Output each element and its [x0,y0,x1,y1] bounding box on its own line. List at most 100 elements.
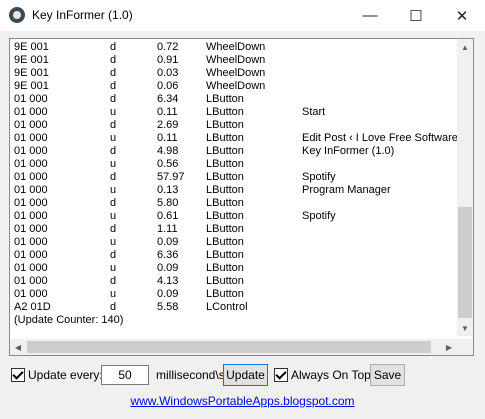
log-key: LButton [206,210,244,222]
log-time: 0.06 [157,80,179,92]
website-link[interactable]: www.WindowsPortableApps.blogspot.com [0,394,485,408]
vertical-scrollbar[interactable]: ▲ ▼ [457,39,473,336]
log-code: 01 000 [14,145,48,157]
log-row: 01 000 d 6.36 LButton [14,249,452,262]
horizontal-scrollbar[interactable]: ◀ ▶ [10,339,457,355]
window-title: Key InFormer (1.0) [32,8,133,22]
log-direction: d [110,54,117,66]
scroll-down-icon[interactable]: ▼ [457,320,473,336]
log-code: 9E 001 [14,41,49,53]
log-row: A2 01D d 5.58 LControl [14,301,452,314]
log-time: 0.11 [157,132,178,144]
log-row: 9E 001 d 0.72 WheelDown [14,41,452,54]
log-row: 01 000 u 0.09 LButton [14,288,452,301]
log-row: 01 000 u 0.09 LButton [14,262,452,275]
update-every-checkbox[interactable] [11,368,25,382]
log-direction: d [110,93,117,105]
log-direction: u [110,158,117,170]
log-key: LButton [206,275,244,287]
log-direction: u [110,210,117,222]
log-code: 9E 001 [14,54,49,66]
log-time: 0.09 [157,236,179,248]
update-button[interactable]: Update [223,364,268,386]
log-key: LButton [206,236,244,248]
close-button[interactable]: ✕ [439,0,485,31]
log-direction: u [110,288,117,300]
log-direction: d [110,119,117,131]
log-direction: d [110,80,117,92]
minimize-button[interactable]: — [347,0,393,31]
log-code: 01 000 [14,119,48,131]
log-time: 0.91 [157,54,179,66]
log-row: 01 000 d 4.13 LButton [14,275,452,288]
log-key: LButton [206,249,244,261]
log-row: 01 000 u 0.56 LButton [14,158,452,171]
log-key: LButton [206,106,244,118]
log-row: 01 000 u 0.11 LButton Edit Post ‹ I Love Fre… [14,132,458,145]
maximize-button[interactable]: ☐ [393,0,439,31]
vertical-scroll-thumb[interactable] [458,207,472,318]
scroll-up-icon[interactable]: ▲ [457,39,473,55]
scroll-left-icon[interactable]: ◀ [10,339,26,355]
log-time: 2.69 [157,119,179,131]
log-time: 6.34 [157,93,179,105]
horizontal-scroll-thumb[interactable] [27,341,431,353]
log-row: 01 000 d 6.34 LButton [14,93,452,106]
log-row: 9E 001 d 0.03 WheelDown [14,67,452,80]
log-window: Program Manager [302,184,391,196]
log-row: 01 000 u 0.13 LButton Program Manager [14,184,452,197]
always-on-top-label: Always On Top [291,368,371,382]
log-window: Spotify [302,210,336,222]
log-direction: d [110,275,117,287]
log-key: LButton [206,184,244,196]
log-direction: d [110,223,117,235]
log-time: 0.13 [157,184,179,196]
log-direction: u [110,106,117,118]
log-code: 01 000 [14,236,48,248]
log-window: Start [302,106,326,118]
log-time: 0.09 [157,288,179,300]
log-row: 01 000 d 1.11 LButton [14,223,452,236]
log-key: LButton [206,119,244,131]
scroll-right-icon[interactable]: ▶ [441,339,457,355]
update-counter: (Update Counter: 140) [14,314,124,326]
log-time: 6.36 [157,249,179,261]
log-direction: u [110,184,117,196]
title-bar[interactable]: Key InFormer (1.0) — ☐ ✕ [0,0,485,31]
app-icon [9,7,25,23]
log-code: 9E 001 [14,67,49,79]
log-direction: d [110,249,117,261]
log-code: 9E 001 [14,80,49,92]
log-key: LButton [206,262,244,274]
log-code: 01 000 [14,184,48,196]
log-time: 5.58 [157,301,179,313]
save-button[interactable]: Save [370,364,405,386]
log-code: 01 000 [14,262,48,274]
log-key: LButton [206,132,244,144]
always-on-top-checkbox[interactable] [274,368,288,382]
log-time: 0.72 [157,41,179,53]
log-direction: d [110,301,117,313]
log-time: 0.11 [157,106,178,118]
log-key: LButton [206,145,244,157]
log-row: 01 000 d 2.69 LButton [14,119,452,132]
log-key: LControl [206,301,248,313]
key-log-list[interactable]: 9E 001 d 0.72 WheelDown 9E 001 d 0.91 WheelDown… [9,38,474,356]
log-time: 57.97 [157,171,185,183]
log-time: 0.03 [157,67,179,79]
log-row: 9E 001 d 0.06 WheelDown [14,80,452,93]
log-time: 0.09 [157,262,179,274]
log-code: 01 000 [14,197,48,209]
log-code: 01 000 [14,288,48,300]
log-window: Edit Post ‹ I Love Free Software [302,132,458,144]
log-key: LButton [206,93,244,105]
log-time: 0.61 [157,210,179,222]
log-lines: 9E 001 d 0.72 WheelDown 9E 001 d 0.91 WheelDown… [14,41,458,314]
log-row: 01 000 d 4.98 LButton Key InFormer (1.0) [14,145,452,158]
interval-input[interactable] [101,365,149,385]
log-code: 01 000 [14,210,48,222]
log-time: 4.98 [157,145,179,157]
log-code: 01 000 [14,158,48,170]
log-row: 9E 001 d 0.91 WheelDown [14,54,452,67]
log-code: 01 000 [14,223,48,235]
